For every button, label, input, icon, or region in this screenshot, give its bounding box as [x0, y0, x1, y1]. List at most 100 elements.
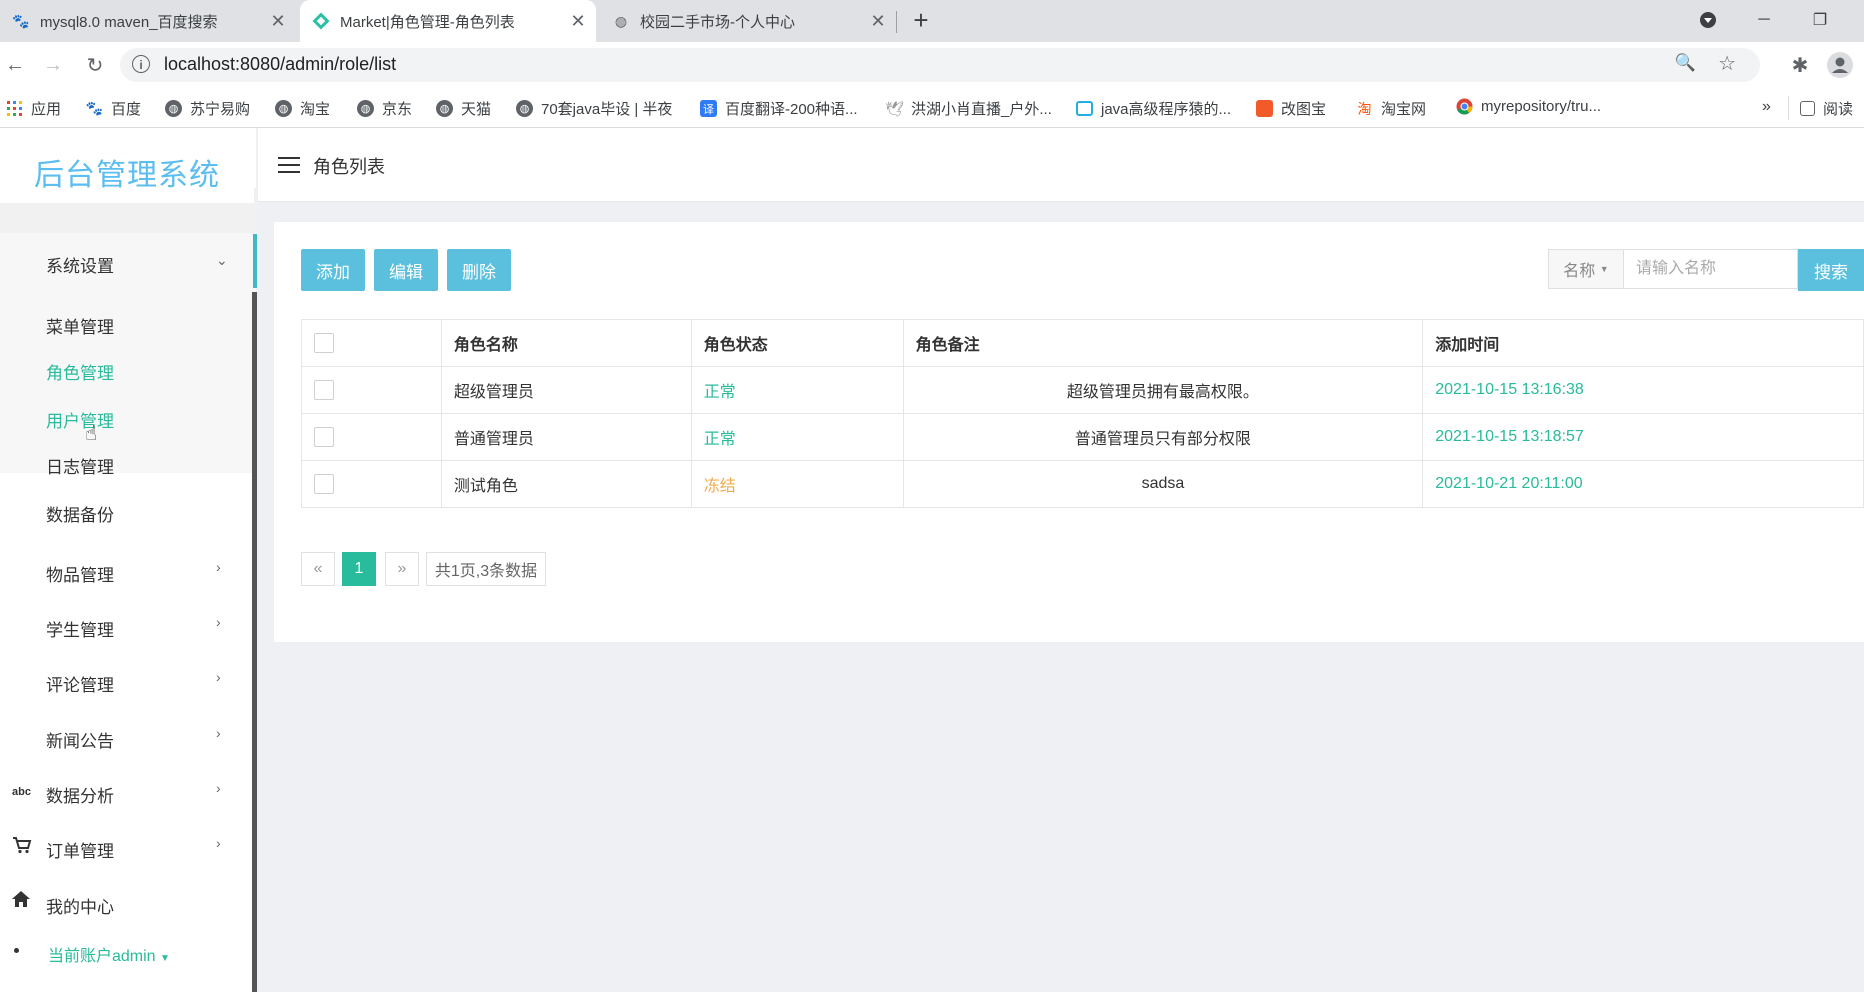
- bookmark-star-icon[interactable]: ☆: [1718, 51, 1736, 76]
- tab-title: Market|角色管理-角色列表: [340, 13, 515, 31]
- bookmark-item[interactable]: ◍ 淘宝: [275, 98, 330, 119]
- bookmark-item[interactable]: ◍ 京东: [357, 98, 412, 119]
- extensions-puzzle-icon[interactable]: ✱: [1785, 50, 1815, 80]
- chrome-icon: [1456, 98, 1473, 115]
- reading-list-button[interactable]: 阅读: [1800, 98, 1853, 119]
- pagination-prev[interactable]: «: [301, 552, 335, 586]
- pagination-next[interactable]: »: [385, 552, 419, 586]
- sidebar-item-logs[interactable]: 日志管理: [46, 453, 114, 478]
- address-bar[interactable]: i localhost:8080/admin/role/list 🔍 ☆: [120, 48, 1760, 82]
- column-header-remark[interactable]: 角色备注: [902, 319, 1424, 367]
- search-input[interactable]: [1624, 249, 1798, 289]
- search-field-select[interactable]: 名称 ▼: [1548, 249, 1624, 289]
- minimize-icon[interactable]: ─: [1736, 0, 1792, 40]
- role-name-cell: 普通管理员: [440, 413, 692, 461]
- select-all-checkbox[interactable]: [314, 333, 334, 353]
- bookmark-label: 苏宁易购: [190, 101, 251, 118]
- bookmark-item[interactable]: ◍ 70套java毕设 | 半夜: [516, 98, 672, 119]
- browser-toolbar: ← → ↻ i localhost:8080/admin/role/list 🔍…: [0, 42, 1864, 88]
- close-icon[interactable]: ✕: [266, 11, 290, 32]
- forward-arrow-icon[interactable]: →: [38, 50, 68, 80]
- bilibili-icon: [1076, 101, 1093, 116]
- bookmark-label: 洪湖小肖直播_户外...: [911, 101, 1052, 118]
- column-header-status[interactable]: 角色状态: [690, 319, 904, 367]
- select-all-cell: [301, 319, 442, 367]
- abc-icon: abc: [12, 786, 31, 798]
- url-text[interactable]: localhost:8080/admin/role/list: [164, 54, 396, 75]
- browser-tab[interactable]: ◍ 校园二手市场-个人中心 ✕: [600, 0, 896, 42]
- browser-tab-active[interactable]: Market|角色管理-角色列表 ✕: [300, 0, 596, 42]
- table-header-row: 角色名称 角色状态 角色备注 添加时间: [301, 319, 1864, 367]
- row-checkbox[interactable]: [314, 380, 334, 400]
- sidebar-scrollbar-track[interactable]: [252, 292, 257, 992]
- role-status-cell: 正常: [690, 413, 904, 461]
- sidebar-item-backup[interactable]: 数据备份: [46, 501, 114, 526]
- search-button[interactable]: 搜索: [1798, 249, 1864, 291]
- globe-icon: ◍: [516, 100, 533, 117]
- sidebar-item-menu[interactable]: 菜单管理: [46, 313, 114, 338]
- browser-tab[interactable]: 🐾 mysql8.0 maven_百度搜索 ✕: [0, 0, 296, 42]
- site-info-icon[interactable]: i: [132, 55, 150, 73]
- bookmark-item[interactable]: 🕊 洪湖小肖直播_户外...: [885, 98, 1052, 119]
- close-icon[interactable]: ✕: [566, 11, 590, 32]
- bookmark-item[interactable]: 改图宝: [1256, 98, 1326, 119]
- column-header-name[interactable]: 角色名称: [440, 319, 692, 367]
- edit-button[interactable]: 编辑: [374, 249, 438, 291]
- role-status-cell: 正常: [690, 366, 904, 414]
- bookmark-item[interactable]: 🐾 百度: [86, 98, 141, 119]
- close-icon[interactable]: ✕: [866, 11, 890, 32]
- hamburger-menu-icon[interactable]: [278, 157, 300, 178]
- bookmark-item[interactable]: ◍ 天猫: [436, 98, 491, 119]
- roles-table: 角色名称 角色状态 角色备注 添加时间 超级管理员 正常 超级管理员拥有最高权限…: [301, 319, 1864, 508]
- bookmark-item[interactable]: ◍ 苏宁易购: [165, 98, 250, 119]
- zoom-icon[interactable]: 🔍: [1675, 53, 1696, 73]
- row-checkbox[interactable]: [314, 427, 334, 447]
- column-header-time[interactable]: 添加时间: [1422, 319, 1864, 367]
- bookmark-item[interactable]: 应用: [6, 98, 61, 119]
- sidebar-item-students[interactable]: 学生管理: [46, 616, 114, 641]
- page-title: 角色列表: [313, 157, 385, 177]
- back-arrow-icon[interactable]: ←: [0, 50, 30, 80]
- tab-search-icon[interactable]: [1680, 0, 1736, 40]
- role-time-cell: 2021-10-21 20:11:00: [1422, 460, 1864, 508]
- sidebar-item-orders[interactable]: 订单管理: [46, 837, 114, 862]
- bookmark-label: 改图宝: [1281, 101, 1327, 118]
- globe-icon: ◍: [165, 100, 182, 117]
- table-row[interactable]: 普通管理员 正常 普通管理员只有部分权限 2021-10-15 13:18:57: [301, 413, 1864, 461]
- chevron-right-icon: ›: [216, 614, 221, 630]
- bookmarks-bar: 应用 🐾 百度 ◍ 苏宁易购 ◍ 淘宝 ◍ 京东 ◍ 天猫 ◍ 70套java毕…: [0, 88, 1864, 128]
- sidebar-item-analytics[interactable]: 数据分析: [46, 782, 114, 807]
- page-header: 角色列表: [258, 128, 1864, 202]
- apps-grid-icon: [6, 100, 23, 117]
- pagination-page[interactable]: 1: [342, 552, 376, 586]
- current-account-dropdown[interactable]: 当前账户admin ▼: [48, 942, 170, 966]
- current-account-label: 当前账户admin: [48, 948, 156, 965]
- sidebar-item-news[interactable]: 新闻公告: [46, 727, 114, 752]
- bookmark-item[interactable]: 译 百度翻译-200种语...: [700, 98, 858, 119]
- sidebar-item-goods[interactable]: 物品管理: [46, 561, 114, 586]
- table-row[interactable]: 超级管理员 正常 超级管理员拥有最高权限。 2021-10-15 13:16:3…: [301, 366, 1864, 414]
- reading-list-icon: [1800, 101, 1815, 116]
- more-bookmarks-button[interactable]: »: [1762, 98, 1771, 116]
- delete-button[interactable]: 删除: [447, 249, 511, 291]
- bookmark-item[interactable]: myrepository/tru...: [1456, 98, 1601, 115]
- sidebar-item-users[interactable]: 用户管理: [46, 407, 114, 432]
- sidebar-active-indicator: [253, 234, 257, 288]
- table-row[interactable]: 测试角色 冻结 sadsa 2021-10-21 20:11:00: [301, 460, 1864, 508]
- new-tab-button[interactable]: +: [896, 0, 946, 40]
- bookmark-item[interactable]: 淘 淘宝网: [1356, 98, 1427, 119]
- role-time-cell: 2021-10-15 13:16:38: [1422, 366, 1864, 414]
- reload-icon[interactable]: ↻: [80, 50, 110, 80]
- bookmark-item[interactable]: java高级程序猿的...: [1076, 98, 1231, 119]
- restore-icon[interactable]: ❐: [1792, 0, 1848, 40]
- sidebar-item-comments[interactable]: 评论管理: [46, 671, 114, 696]
- sidebar-item-roles[interactable]: 角色管理: [46, 359, 114, 384]
- sidebar-group-system-settings[interactable]: 系统设置: [46, 252, 114, 277]
- sidebar-item-my-center[interactable]: 我的中心: [46, 893, 114, 918]
- reading-list-label: 阅读: [1823, 101, 1854, 118]
- add-button[interactable]: 添加: [301, 249, 365, 291]
- role-remark-cell: 超级管理员拥有最高权限。: [902, 366, 1424, 414]
- caret-down-icon: ▼: [160, 953, 170, 964]
- profile-avatar-icon[interactable]: [1825, 50, 1855, 80]
- row-checkbox[interactable]: [314, 474, 334, 494]
